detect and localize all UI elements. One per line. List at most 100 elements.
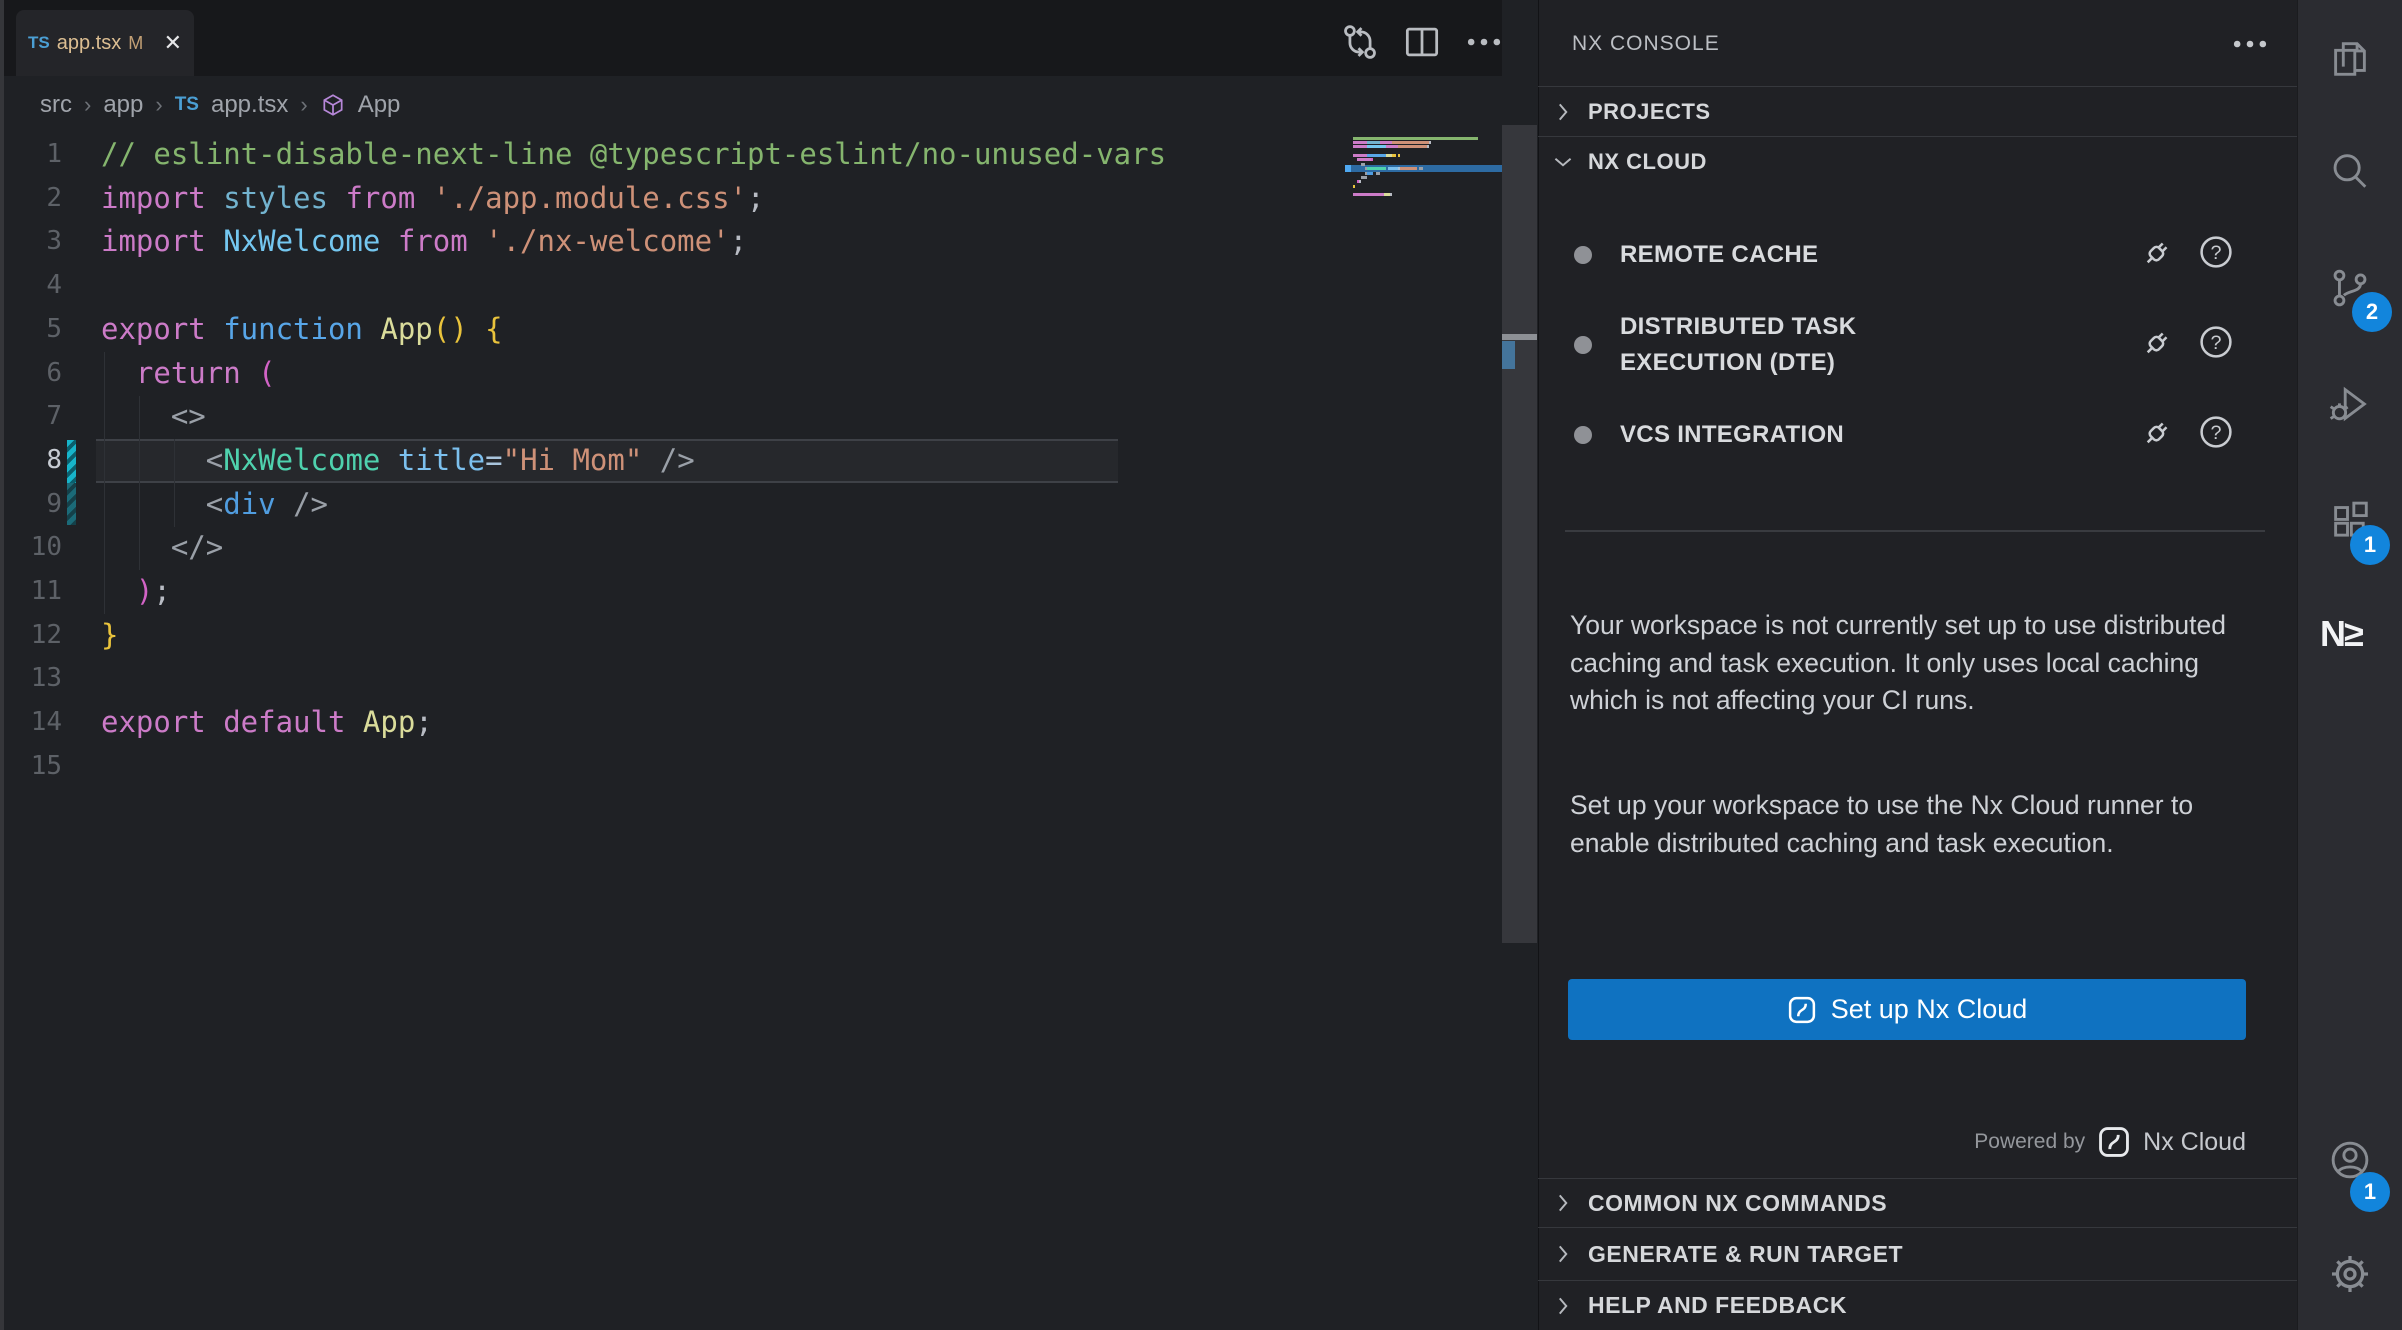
connect-plug-icon[interactable]: [2140, 324, 2176, 360]
code-line[interactable]: 14export default App;: [0, 701, 1502, 745]
minimap-line: [1353, 180, 1361, 183]
setup-nx-cloud-button[interactable]: Set up Nx Cloud: [1568, 979, 2246, 1040]
minimap-line: [1353, 154, 1400, 157]
panel-title: NX CONSOLE: [1572, 0, 1720, 88]
code-line[interactable]: 11 );: [0, 570, 1502, 614]
close-tab-icon[interactable]: ✕: [164, 32, 182, 54]
chevron-right-icon: [1550, 99, 1576, 125]
minimap-line: [1353, 163, 1365, 166]
minimap-line: [1353, 193, 1392, 196]
svg-text:?: ?: [2210, 242, 2221, 264]
powered-by-row: Powered by Nx Cloud: [1538, 1118, 2246, 1166]
accounts-badge: 1: [2350, 1172, 2390, 1212]
section-nx-cloud[interactable]: NX CLOUD: [1538, 136, 2297, 186]
typescript-file-icon: TS: [28, 33, 50, 53]
minimap-line: [1353, 176, 1367, 179]
workspace-status-text: Your workspace is not currently set up t…: [1570, 607, 2250, 720]
minimap-line: [1353, 137, 1478, 140]
activity-bar: [2297, 0, 2402, 1330]
nx-console-icon[interactable]: N≥: [2320, 613, 2362, 655]
code-text: return (: [101, 352, 276, 396]
code-text: import NxWelcome from './nx-welcome';: [101, 220, 747, 264]
help-question-icon[interactable]: ?: [2198, 324, 2234, 360]
chevron-right-icon: ›: [155, 92, 162, 118]
nx-cloud-brand-label: Nx Cloud: [2143, 1128, 2246, 1157]
section-label: GENERATE & RUN TARGET: [1588, 1241, 1903, 1268]
connect-plug-icon[interactable]: [2140, 414, 2176, 450]
status-dot: [1574, 336, 1592, 354]
minimap-line: [1353, 158, 1373, 161]
svg-text:?: ?: [2210, 332, 2221, 354]
code-line[interactable]: 9 <div />: [0, 483, 1502, 527]
minimap-line: [1353, 141, 1431, 144]
setup-suggestion-text: Set up your workspace to use the Nx Clou…: [1570, 787, 2250, 862]
section-help-and-feedback[interactable]: HELP AND FEEDBACK: [1538, 1280, 2297, 1330]
split-editor-icon[interactable]: [1400, 20, 1444, 64]
minimap-line: [1353, 145, 1429, 148]
chevron-right-icon: [1550, 1241, 1576, 1267]
code-line[interactable]: 8 <NxWelcome title="Hi Mom" />: [0, 439, 1502, 483]
code-text: import styles from './app.module.css';: [101, 177, 765, 221]
connect-plug-icon[interactable]: [2140, 234, 2176, 270]
code-text: export function App() {: [101, 308, 503, 352]
explorer-icon[interactable]: [2327, 35, 2373, 81]
section-label: PROJECTS: [1588, 99, 1711, 125]
breadcrumb-file[interactable]: app.tsx: [211, 91, 288, 119]
section-label: COMMON NX COMMANDS: [1588, 1190, 1887, 1217]
help-question-icon[interactable]: ?: [2198, 234, 2234, 270]
minimap-current-line-marker: [1345, 165, 1351, 172]
open-changes-icon[interactable]: [1338, 20, 1382, 64]
code-line[interactable]: 7 <>: [0, 395, 1502, 439]
more-actions-icon[interactable]: [1462, 20, 1506, 64]
code-line[interactable]: 4: [0, 264, 1502, 308]
section-generate-run-target[interactable]: GENERATE & RUN TARGET: [1538, 1227, 2297, 1280]
tab-app-tsx[interactable]: TS app.tsx M ✕: [16, 10, 194, 76]
code-line[interactable]: 12}: [0, 614, 1502, 658]
code-line[interactable]: 15: [0, 745, 1502, 789]
section-label: HELP AND FEEDBACK: [1588, 1292, 1847, 1319]
breadcrumb-symbol[interactable]: App: [358, 91, 401, 119]
typescript-file-icon: TS: [175, 94, 199, 116]
run-debug-icon[interactable]: [2327, 381, 2373, 427]
line-number: 5: [0, 308, 62, 352]
code-line[interactable]: 1// eslint-disable-next-line @typescript…: [0, 133, 1502, 177]
help-question-icon[interactable]: ?: [2198, 414, 2234, 450]
code-text: <div />: [101, 483, 328, 527]
line-number: 7: [0, 395, 62, 439]
section-common-nx-commands[interactable]: COMMON NX COMMANDS: [1538, 1178, 2297, 1227]
code-line[interactable]: 2import styles from './app.module.css';: [0, 177, 1502, 221]
code-text: </>: [101, 526, 223, 570]
breadcrumb-folder[interactable]: app: [103, 91, 143, 119]
code-text: // eslint-disable-next-line @typescript-…: [101, 133, 1166, 177]
code-line[interactable]: 3 import NxWelcome from './nx-welcome';: [0, 220, 1502, 264]
minimap-line: [1353, 185, 1355, 188]
code-line[interactable]: 13: [0, 657, 1502, 701]
search-icon[interactable]: [2327, 149, 2373, 195]
section-projects[interactable]: PROJECTS: [1538, 86, 2297, 136]
status-dot: [1574, 426, 1592, 444]
setup-button-label: Set up Nx Cloud: [1831, 994, 2028, 1025]
line-number: 13: [0, 657, 62, 701]
minimap-line: [1353, 167, 1423, 170]
tab-title: app.tsx: [57, 32, 121, 55]
line-number: 15: [0, 745, 62, 789]
tab-bar: TS app.tsx M ✕: [4, 0, 1502, 76]
code-line[interactable]: 10 </>: [0, 526, 1502, 570]
line-number: 6: [0, 352, 62, 396]
breadcrumb: src › app › TS app.tsx › App: [4, 76, 1502, 133]
code-line[interactable]: 5 export function App() {: [0, 308, 1502, 352]
code-line[interactable]: 6 return (: [0, 352, 1502, 396]
line-number: 3: [0, 220, 62, 264]
section-label: NX CLOUD: [1588, 149, 1707, 175]
line-number: 9: [0, 483, 62, 527]
editor-scrollbar[interactable]: [1502, 125, 1537, 943]
chevron-right-icon: ›: [300, 92, 307, 118]
settings-gear-icon[interactable]: [2327, 1251, 2373, 1297]
code-text: <>: [101, 395, 206, 439]
breadcrumb-folder[interactable]: src: [40, 91, 72, 119]
chevron-right-icon: [1550, 1293, 1576, 1319]
panel-more-actions-icon[interactable]: [2228, 22, 2272, 66]
chevron-down-icon: [1550, 149, 1576, 175]
nx-cloud-logo-icon: [1787, 995, 1817, 1025]
line-number: 10: [0, 526, 62, 570]
